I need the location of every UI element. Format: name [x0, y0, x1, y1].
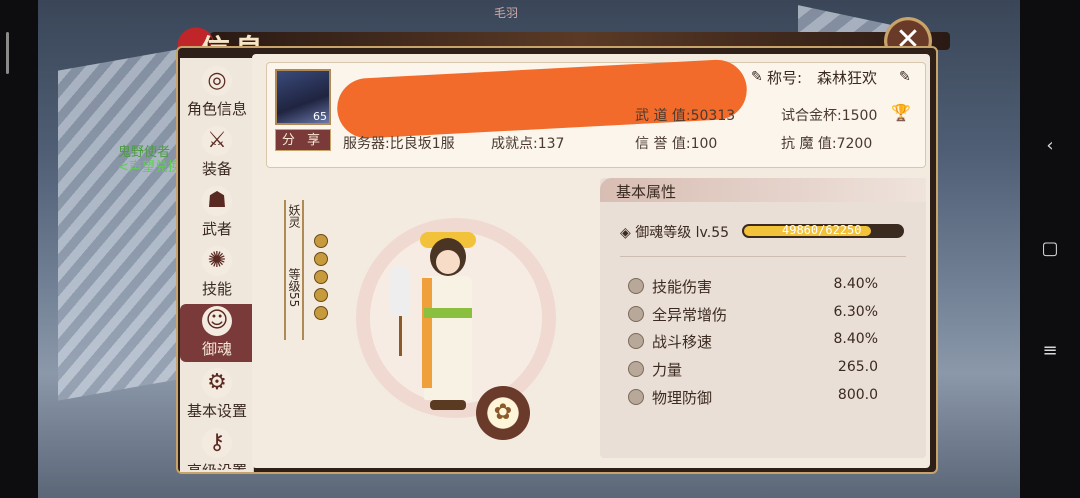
soul-level-label: ◈ 御魂等级 lv.55 [620, 225, 730, 241]
soul-level-row: ◈ 御魂等级 lv.55 49860/62250 [620, 222, 910, 244]
plaque-top: 妖灵 [287, 204, 301, 228]
character-sash [424, 308, 472, 318]
sidebar-item-label: 技能 [201, 280, 232, 298]
title-label: 称号: [767, 69, 803, 87]
duster-stick [399, 316, 402, 356]
attr-value: 8.40% [833, 331, 878, 347]
sidebar-item-warrior[interactable]: ☗ 武者 [180, 184, 254, 244]
achievement-points: 成就点:137 [491, 136, 565, 152]
soul-label-text: 御魂等级 [635, 225, 692, 241]
attr-name: 物理防御 [652, 389, 713, 407]
snow-roof-left [58, 49, 178, 401]
sidebar-item-equipment[interactable]: ⚔ 装备 [180, 124, 254, 184]
attribute-header: 基本属性 [600, 178, 926, 202]
soul-slot-icon[interactable] [314, 234, 328, 248]
soul-slot-icon[interactable] [314, 252, 328, 266]
plaque-bottom: 等级55 [287, 268, 301, 308]
gear-icon: ⚙ [202, 368, 232, 398]
soul-level-value: lv.55 [695, 225, 730, 241]
edit-icon[interactable]: ✎ [751, 69, 763, 85]
avatar[interactable]: 65 [275, 69, 331, 125]
avatar-level: 65 [313, 110, 327, 123]
sidebar-item-label: 基本设置 [186, 402, 247, 420]
attr-name: 战斗移速 [652, 333, 713, 351]
reputation-value: 信 誉 值:100 [635, 136, 718, 152]
attribute-icon [628, 278, 644, 294]
attr-name: 技能伤害 [652, 278, 713, 296]
attr-value: 6.30% [833, 304, 878, 320]
attr-name: 力量 [652, 361, 683, 379]
menu-nav-icon[interactable]: ≡ [1020, 340, 1080, 361]
profile-card: 65 分 享 ✎ 称号: 森林狂欢 ✎ 武 道 值:50313 试合金杯:150… [266, 58, 926, 168]
soul-slot-icon[interactable] [314, 270, 328, 284]
attr-value: 800.0 [837, 387, 878, 403]
divider [620, 256, 906, 257]
character-info-icon: ◎ [202, 66, 232, 96]
attr-name: 全异常增伤 [652, 306, 728, 324]
sidebar: ◎ 角色信息 ⚔ 装备 ☗ 武者 ✺ 技能 ☺ 御魂 ⚙ 基本设置 ⚷ 高级设置 [180, 58, 254, 472]
sidebar-item-advanced-settings[interactable]: ⚷ 高级设置 [180, 426, 254, 470]
soul-exp-bar: 49860/62250 [742, 223, 904, 238]
title-value: 森林狂欢 [817, 69, 878, 87]
spirit-character[interactable] [390, 232, 476, 418]
soul-exp-text: 49860/62250 [782, 223, 862, 237]
attr-row-strength: 力量 265.0 [628, 359, 878, 381]
attribute-icon [628, 361, 644, 377]
spirit-level-plaque: 妖灵 等级55 [284, 200, 304, 340]
info-panel: 信息 ✕ ◎ 角色信息 ⚔ 装备 ☗ 武者 ✺ 技能 ☺ 御魂 ⚙ 基本设置 ⚷… [170, 17, 950, 477]
swords-icon: ⚔ [202, 126, 232, 156]
demon-resist-value: 抗 魔 值:7200 [781, 136, 873, 152]
attr-value: 8.40% [833, 276, 878, 292]
duster-icon [390, 266, 410, 316]
attr-row-move-speed: 战斗移速 8.40% [628, 331, 878, 353]
sidebar-item-label: 角色信息 [186, 100, 247, 118]
attribute-icon [628, 389, 644, 405]
attribute-header-label: 基本属性 [616, 183, 677, 201]
spirit-switch-icon[interactable]: ✿ [476, 386, 530, 440]
attr-value: 265.0 [837, 359, 878, 375]
trophy-icon[interactable]: 🏆 [891, 103, 911, 122]
status-tick [6, 32, 9, 74]
key-gear-icon: ⚷ [202, 428, 232, 458]
sidebar-item-character-info[interactable]: ◎ 角色信息 [180, 64, 254, 124]
attribute-icon [628, 333, 644, 349]
home-nav-icon[interactable]: ▢ [1020, 238, 1080, 259]
attribute-panel: 基本属性 ◈ 御魂等级 lv.55 49860/62250 技能伤害 8.40%… [600, 178, 926, 458]
sidebar-item-skill[interactable]: ✺ 技能 [180, 244, 254, 304]
character-face [436, 250, 460, 274]
share-button[interactable]: 分 享 [275, 129, 331, 151]
server-name: 服务器:比良坂1服 [343, 136, 455, 152]
back-nav-icon[interactable]: ‹ [1020, 135, 1080, 156]
character-display: 妖灵 等级55 ✿ [266, 178, 596, 468]
sidebar-item-basic-settings[interactable]: ⚙ 基本设置 [180, 366, 254, 426]
attr-row-status-damage: 全异常增伤 6.30% [628, 304, 878, 326]
cup-value: 试合金杯:1500 [781, 108, 878, 124]
player-top-name: 毛羽 [494, 6, 519, 20]
skill-swirl-icon: ✺ [202, 246, 232, 276]
edit-title-icon[interactable]: ✎ [899, 69, 911, 85]
system-nav-bar: ‹ ▢ ≡ [1020, 0, 1080, 498]
redaction-scribble [335, 58, 749, 140]
sidebar-item-label: 武者 [201, 220, 232, 238]
system-left-bar [0, 0, 38, 498]
samurai-icon: ☗ [202, 186, 232, 216]
attribute-icon [628, 306, 644, 322]
sidebar-item-soul[interactable]: ☺ 御魂 [180, 304, 254, 362]
sidebar-item-label: 装备 [201, 160, 232, 178]
attr-row-skill-damage: 技能伤害 8.40% [628, 276, 878, 298]
character-robe [422, 278, 432, 388]
martial-value: 武 道 值:50313 [635, 108, 736, 124]
character-feet [430, 400, 466, 410]
soul-slot-icon[interactable] [314, 306, 328, 320]
sidebar-item-label: 御魂 [201, 340, 232, 358]
soul-slot-icon[interactable] [314, 288, 328, 302]
spirit-face-icon: ☺ [202, 306, 232, 336]
attr-row-physical-defense: 物理防御 800.0 [628, 387, 878, 409]
sidebar-item-label: 高级设置 [180, 460, 254, 470]
